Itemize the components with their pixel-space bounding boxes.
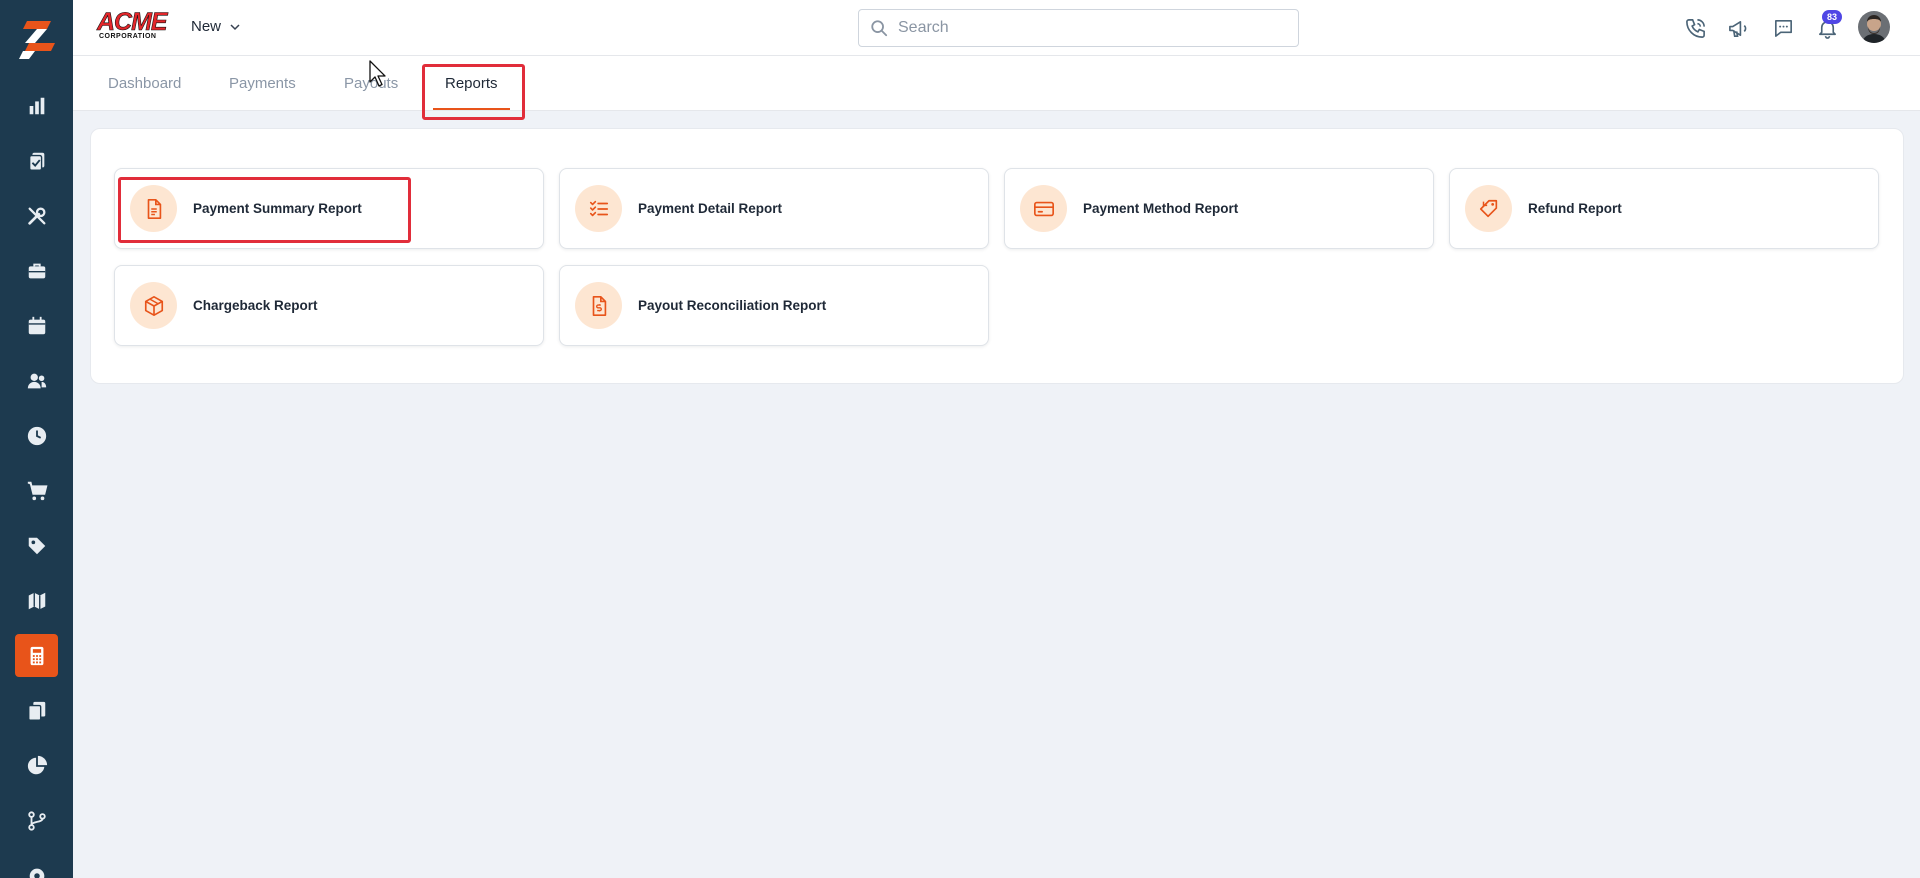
phone-button[interactable] [1681,14,1709,42]
report-card-label: Refund Report [1528,201,1622,216]
report-card-payment-method[interactable]: Payment Method Report [1004,168,1434,249]
tab-dashboard[interactable]: Dashboard [108,56,181,111]
credit-card-icon [1020,185,1067,232]
report-card-label: Payout Reconciliation Report [638,298,827,313]
chevron-down-icon [230,23,240,30]
search-input[interactable] [898,19,1278,37]
settings-icon [29,868,44,878]
tab-payments[interactable]: Payments [229,56,296,111]
sidebar-item-documents[interactable] [15,689,58,732]
briefcase-icon [28,263,45,278]
tag-icon [28,537,45,554]
chat-icon [1774,19,1792,37]
users-icon [27,373,46,388]
bar-chart-icon [29,97,44,114]
report-card-label: Payment Summary Report [193,201,362,216]
cart-icon [27,481,47,500]
sidebar-item-customers[interactable] [15,359,58,402]
new-dropdown-button[interactable]: New [191,18,241,35]
app-logo-icon[interactable] [17,19,57,61]
new-dropdown-label: New [191,18,222,35]
sidebar-item-calendar[interactable] [15,304,58,347]
sidebar-item-accounting[interactable] [15,634,58,677]
checklist-icon [575,185,622,232]
announcements-button[interactable] [1724,14,1752,42]
documents-icon [27,701,45,721]
sidebar-item-map[interactable] [15,579,58,622]
sidebar-item-analytics[interactable] [15,84,58,127]
report-card-payment-summary[interactable]: Payment Summary Report [114,168,544,249]
sidebar-item-workflow[interactable] [15,799,58,842]
sidebar-item-reports-chart[interactable] [15,744,58,787]
sidebar-item-jobs[interactable] [15,249,58,292]
sidebar [0,0,73,878]
sidebar-item-pricing[interactable] [15,524,58,567]
tag-icon [1465,185,1512,232]
sidebar-item-shop[interactable] [15,469,58,512]
report-card-payout-reconciliation[interactable]: Payout Reconciliation Report [559,265,989,346]
report-card-payment-detail[interactable]: Payment Detail Report [559,168,989,249]
tools-icon [27,207,45,225]
top-bar: ACME CORPORATION New 83 [73,0,1920,56]
map-icon [28,592,45,609]
tab-reports[interactable]: Reports [445,56,498,111]
company-logo[interactable]: ACME CORPORATION [97,9,168,43]
pie-chart-icon [27,755,47,774]
dollar-file-icon [575,282,622,329]
calendar-icon [28,316,45,334]
report-card-label: Chargeback Report [193,298,318,313]
phone-icon [1685,18,1705,38]
report-card-label: Payment Method Report [1083,201,1239,216]
branch-icon [27,810,46,831]
user-avatar[interactable] [1858,11,1890,43]
clipboard-icon [28,152,44,171]
sidebar-item-settings[interactable] [15,854,58,878]
chat-button[interactable] [1769,14,1797,42]
sidebar-item-time[interactable] [15,414,58,457]
reports-panel: Payment Summary Report Payment Detail Re… [90,128,1904,384]
clock-icon [27,426,46,445]
report-card-chargeback[interactable]: Chargeback Report [114,265,544,346]
active-tab-indicator [433,108,510,110]
sidebar-item-tools[interactable] [15,194,58,237]
document-icon [130,185,177,232]
mouse-cursor-icon [369,60,386,87]
box-icon [130,282,177,329]
search-icon [871,20,888,37]
report-card-label: Payment Detail Report [638,201,783,216]
sidebar-item-tasks[interactable] [15,139,58,182]
report-card-refund[interactable]: Refund Report [1449,168,1879,249]
calculator-icon [30,646,43,665]
megaphone-icon [1728,20,1746,37]
notification-count-badge: 83 [1822,10,1842,24]
tab-bar: Dashboard Payments Payouts Reports [73,56,1920,111]
search-box [858,9,1299,47]
